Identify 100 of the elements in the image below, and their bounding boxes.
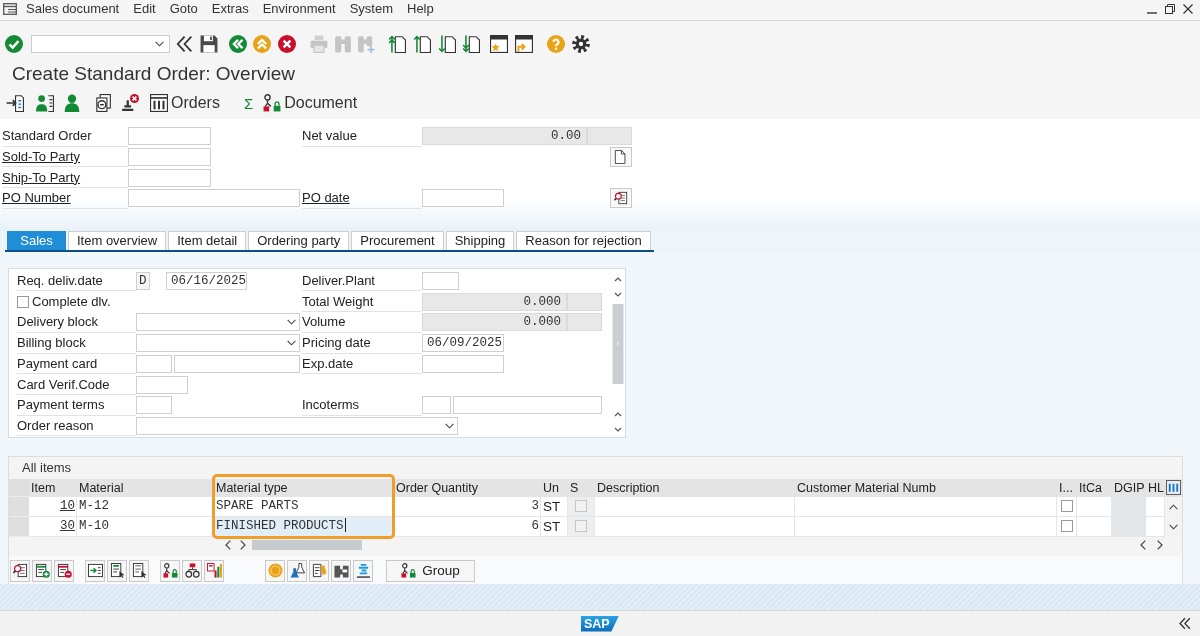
column-header[interactable]: Description — [595, 478, 795, 497]
input-field[interactable] — [128, 127, 211, 146]
icon-button[interactable] — [610, 147, 632, 168]
menu-item[interactable]: Edit — [133, 1, 156, 16]
dropdown-field[interactable] — [136, 334, 300, 353]
input-field[interactable]: D — [136, 272, 150, 291]
table-cell[interactable] — [595, 516, 795, 537]
checkbox[interactable] — [17, 295, 29, 308]
stamp-x-icon[interactable] — [121, 94, 139, 112]
input-field[interactable] — [128, 148, 211, 167]
menu-item[interactable]: Help — [407, 1, 434, 16]
chevron-left-icon[interactable] — [225, 539, 231, 550]
x-circle-icon[interactable] — [278, 35, 296, 53]
toolbar-button[interactable]: Orders — [150, 94, 220, 112]
toolbar-button[interactable]: Document — [263, 94, 358, 112]
label-link[interactable]: Ship-To Party — [2, 169, 81, 185]
toolbar-button[interactable] — [182, 559, 202, 582]
table-cell[interactable] — [1077, 496, 1112, 517]
toolbar-button[interactable] — [353, 559, 373, 582]
column-header[interactable]: Order Quantity — [394, 478, 541, 497]
tab[interactable]: Reason for rejection — [516, 230, 651, 250]
chevron-down-icon[interactable] — [1169, 523, 1178, 530]
table-cell[interactable]: 10 — [29, 496, 77, 517]
page-down-arrows-icon[interactable] — [462, 35, 480, 53]
menu-icon[interactable] — [3, 2, 17, 15]
chevron-up-icon[interactable] — [1169, 503, 1178, 510]
toolbar-button[interactable] — [32, 559, 52, 582]
double-chevron-left-icon[interactable] — [175, 35, 193, 53]
save-icon[interactable] — [200, 35, 218, 53]
table-cell[interactable]: ST — [541, 516, 568, 537]
label-link[interactable]: PO date — [302, 190, 350, 206]
settings-icon[interactable] — [572, 35, 590, 53]
toolbar-button[interactable]: Σ — [243, 94, 254, 112]
chevron-right-icon[interactable] — [1157, 539, 1163, 550]
dropdown-field[interactable] — [136, 313, 300, 332]
input-field[interactable] — [128, 189, 300, 208]
column-header[interactable]: ItCa — [1077, 478, 1112, 497]
dropdown-field[interactable] — [136, 416, 458, 435]
input-field[interactable] — [136, 375, 188, 394]
chevron-right-icon[interactable] — [240, 539, 246, 550]
toolbar-button[interactable] — [85, 559, 105, 582]
tab[interactable]: Procurement — [351, 230, 444, 250]
check-circle-icon[interactable] — [5, 35, 23, 53]
column-header[interactable]: Material type — [214, 478, 394, 497]
minimize-icon[interactable] — [1147, 11, 1157, 14]
column-header[interactable]: Item — [29, 478, 77, 497]
document-stack-icon[interactable] — [94, 94, 112, 112]
column-header[interactable]: HL — [1146, 478, 1165, 497]
column-header[interactable]: I... — [1057, 478, 1077, 497]
close-icon[interactable] — [1183, 3, 1193, 14]
toolbar-button[interactable] — [10, 559, 30, 582]
checkbox[interactable] — [575, 500, 587, 513]
table-cell[interactable]: 30 — [29, 516, 77, 537]
toolbar-button[interactable] — [107, 559, 127, 582]
restore-icon[interactable] — [1165, 3, 1175, 14]
chevron-left-icon[interactable] — [1140, 539, 1146, 550]
input-field[interactable] — [422, 396, 451, 415]
document-arrow-icon[interactable] — [6, 94, 24, 112]
page-down-arrow-icon[interactable] — [438, 35, 456, 53]
column-header[interactable]: S — [568, 478, 595, 497]
input-field[interactable] — [128, 168, 211, 187]
input-field[interactable] — [422, 354, 504, 373]
menu-item[interactable]: Sales document — [26, 1, 120, 16]
input-field[interactable] — [453, 396, 602, 415]
toolbar-button[interactable] — [287, 559, 307, 582]
page-up-arrows-icon[interactable] — [388, 35, 406, 53]
table-cell[interactable]: ST — [541, 496, 568, 517]
menu-item[interactable]: Environment — [262, 1, 336, 16]
group-button[interactable]: Group — [386, 559, 475, 582]
toolbar-button[interactable] — [129, 559, 149, 582]
input-field[interactable] — [136, 396, 172, 415]
input-field[interactable] — [422, 272, 459, 291]
command-field[interactable] — [31, 35, 170, 53]
table-cell[interactable] — [595, 496, 795, 517]
toolbar-button[interactable] — [309, 559, 329, 582]
column-header[interactable]: Un — [541, 478, 568, 497]
person-document-icon[interactable] — [36, 94, 54, 112]
input-field[interactable]: 06/09/2025 — [422, 334, 504, 353]
checkbox[interactable] — [575, 520, 587, 533]
label-link[interactable]: Sold-To Party — [2, 149, 81, 165]
icon-button[interactable] — [610, 188, 632, 209]
toolbar-button[interactable] — [204, 559, 224, 582]
person-icon[interactable] — [63, 94, 81, 112]
column-header[interactable]: Material — [77, 478, 214, 497]
table-cell[interactable] — [1077, 516, 1112, 537]
label-link[interactable]: PO Number — [2, 190, 71, 206]
input-field[interactable] — [174, 354, 300, 373]
scrollbar-thumb[interactable] — [252, 539, 362, 550]
menu-item[interactable]: System — [349, 1, 393, 16]
page-up-arrow-icon[interactable] — [413, 35, 431, 53]
double-chevron-left-icon[interactable] — [1178, 617, 1191, 630]
columns-icon[interactable] — [1166, 480, 1181, 496]
double-chevron-left-circle-icon[interactable] — [229, 35, 247, 53]
column-header[interactable]: DGIP — [1112, 478, 1146, 497]
input-field[interactable] — [422, 189, 504, 208]
input-field[interactable]: 06/16/2025 — [166, 272, 247, 291]
column-header[interactable]: Customer Material Numb — [795, 478, 1057, 497]
menu-item[interactable]: Extras — [211, 1, 249, 16]
menu-item[interactable]: Goto — [169, 1, 198, 16]
toolbar-button[interactable] — [54, 559, 74, 582]
